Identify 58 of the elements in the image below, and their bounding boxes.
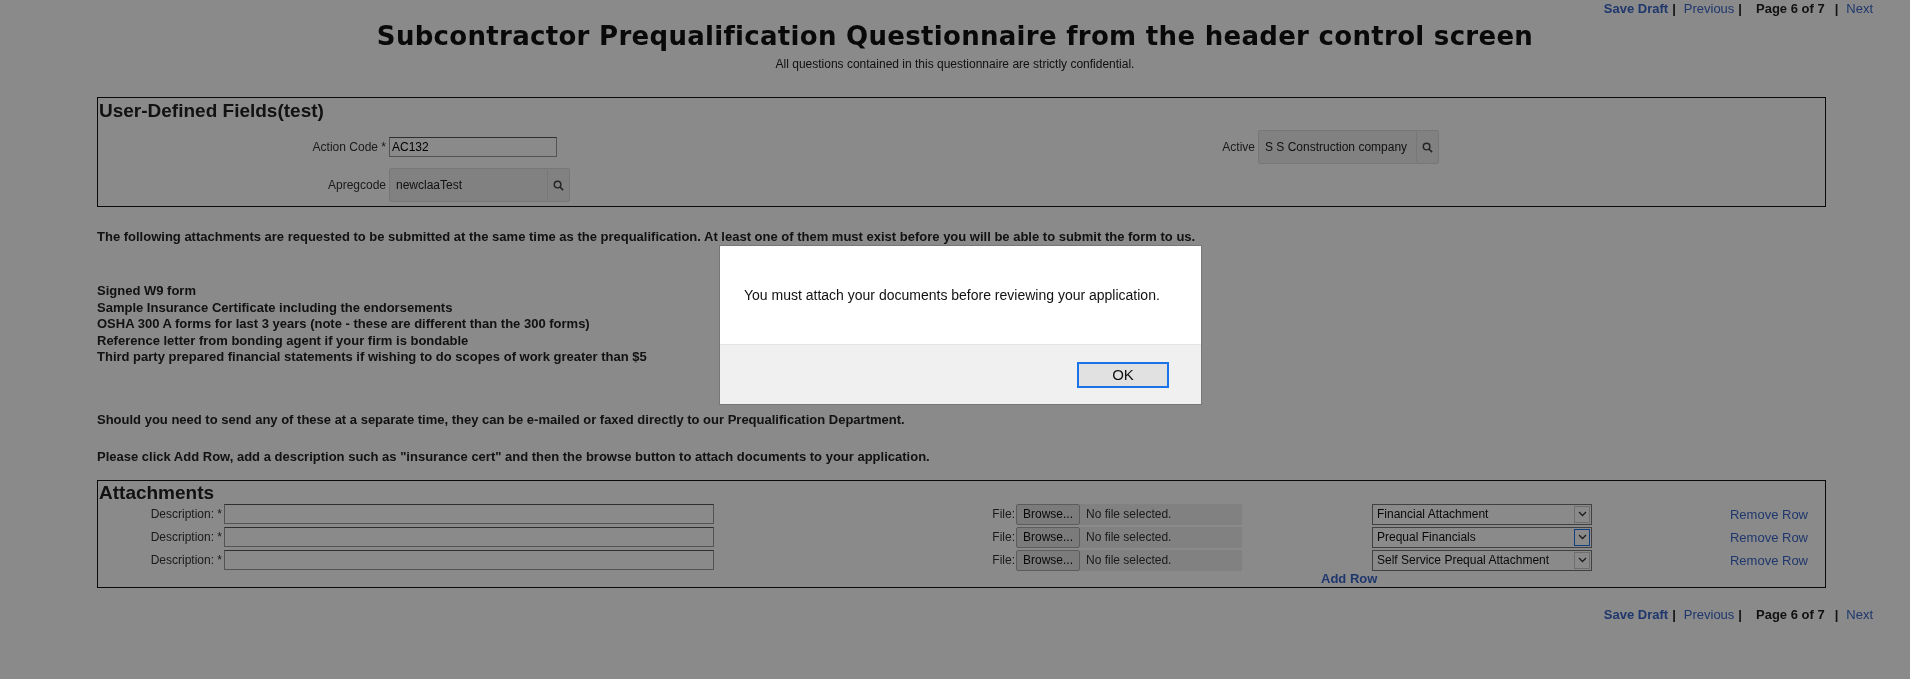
field-label: File: bbox=[991, 553, 1016, 567]
separator: | bbox=[1672, 1, 1676, 16]
remove-row-link[interactable]: Remove Row bbox=[1729, 529, 1808, 545]
document-item: Sample Insurance Certificate including the endorsements bbox=[97, 299, 453, 316]
separator: | bbox=[1834, 1, 1839, 16]
field-label: Action Code * bbox=[311, 140, 387, 154]
previous-link[interactable]: Previous bbox=[1683, 1, 1735, 16]
note-text: Should you need to send any of these at a separate time, they can be e-mailed or faxed directly to our Prequalification Department. bbox=[97, 411, 905, 427]
field-label: Description: * bbox=[149, 553, 223, 567]
instructions-text: The following attachments are requested to be submitted at the same time as the prequalification. At least one of them must exist before you will be able to submit the form to us. bbox=[97, 229, 1197, 244]
field-label: Apregcode bbox=[326, 178, 387, 192]
file-status: No file selected. bbox=[1080, 526, 1242, 548]
description-field[interactable] bbox=[224, 527, 714, 547]
browse-button[interactable]: Browse... bbox=[1016, 526, 1080, 548]
field-label: Active bbox=[1222, 140, 1256, 154]
lookup-field[interactable]: newclaaTest bbox=[389, 168, 570, 202]
search-icon bbox=[553, 179, 564, 191]
page-indicator: Page 6 of 7 bbox=[1756, 606, 1825, 622]
search-icon bbox=[1422, 141, 1433, 153]
file-status: No file selected. bbox=[1080, 503, 1242, 525]
field-label: Description: * bbox=[149, 507, 223, 521]
remove-row-link[interactable]: Remove Row bbox=[1729, 506, 1808, 522]
separator: | bbox=[1738, 1, 1742, 16]
save-draft-link[interactable]: Save Draft bbox=[1603, 606, 1669, 622]
document-item: Signed W9 form bbox=[97, 283, 196, 300]
section-heading: User-Defined Fields(test) bbox=[98, 99, 325, 122]
separator: | bbox=[1738, 606, 1742, 622]
file-status: No file selected. bbox=[1080, 549, 1242, 571]
browse-button[interactable]: Browse... bbox=[1016, 503, 1080, 525]
description-field[interactable] bbox=[224, 550, 714, 570]
section-heading: Attachments bbox=[98, 480, 216, 503]
separator: | bbox=[1834, 606, 1839, 622]
document-item: Reference letter from bonding agent if your firm is bondable bbox=[97, 332, 469, 349]
field-label: File: bbox=[991, 507, 1016, 521]
add-row-link[interactable]: Add Row bbox=[1321, 570, 1378, 586]
separator: | bbox=[1672, 606, 1676, 622]
dialog-message: You must attach your documents before reviewing your application. bbox=[744, 287, 1160, 303]
lookup-field[interactable]: S S Construction company bbox=[1258, 130, 1439, 164]
attachment-type-select[interactable]: Prequal Financials bbox=[1372, 526, 1592, 548]
ok-button[interactable]: OK bbox=[1077, 361, 1169, 388]
next-link[interactable]: Next bbox=[1846, 1, 1873, 16]
save-draft-link[interactable]: Save Draft bbox=[1603, 1, 1669, 16]
field-label: File: bbox=[991, 530, 1016, 544]
attachment-type-select[interactable]: Self Service Prequal Attachment bbox=[1372, 549, 1592, 571]
description-field[interactable] bbox=[224, 504, 714, 524]
note-text: Please click Add Row, add a description such as "insurance cert" and then the browse button to attach documents to your application. bbox=[97, 448, 931, 464]
browse-button[interactable]: Browse... bbox=[1016, 549, 1080, 571]
page-indicator: Page 6 of 7 bbox=[1756, 1, 1825, 16]
attachment-type-select[interactable]: Financial Attachment bbox=[1372, 503, 1592, 525]
document-item: Third party prepared financial statements if wishing to do scopes of work greater than $5 bbox=[97, 349, 647, 366]
next-link[interactable]: Next bbox=[1846, 606, 1873, 622]
field-label: Description: * bbox=[149, 530, 223, 544]
remove-row-link[interactable]: Remove Row bbox=[1729, 552, 1808, 568]
page-subtitle: All questions contained in this questionnaire are strictly confidential. bbox=[774, 57, 1136, 71]
page-title: Subcontractor Prequalification Questionnaire from the header control screen bbox=[375, 20, 1535, 52]
text-field[interactable]: AC132 bbox=[389, 137, 557, 157]
previous-link[interactable]: Previous bbox=[1683, 606, 1735, 622]
document-item: OSHA 300 A forms for last 3 years (note - these are different than the 300 forms) bbox=[97, 316, 590, 333]
